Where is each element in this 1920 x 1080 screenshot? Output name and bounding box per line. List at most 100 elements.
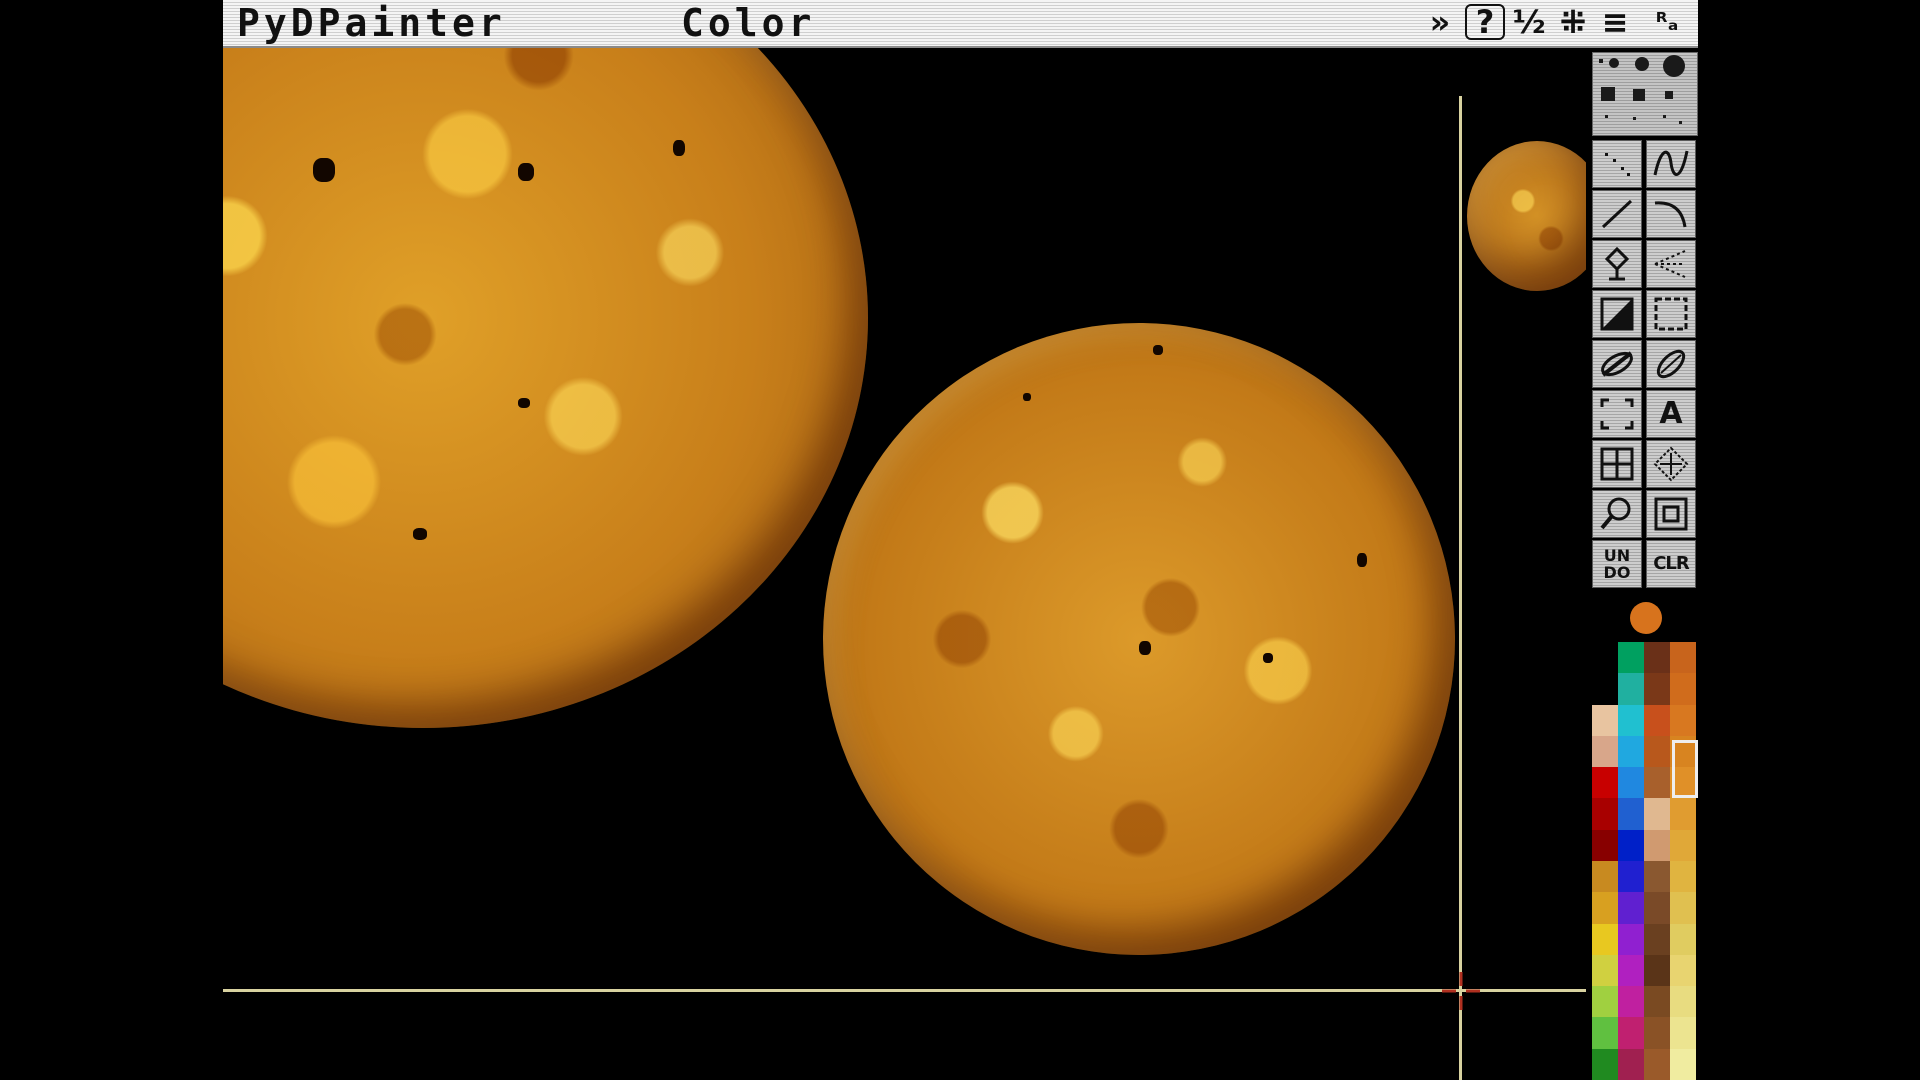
menu-color[interactable]: Color <box>681 2 815 44</box>
magnify-tool[interactable] <box>1592 490 1642 538</box>
palette-swatch[interactable] <box>1592 954 1618 987</box>
palette-swatch[interactable] <box>1592 704 1618 737</box>
crosshair-horizontal <box>223 989 1586 992</box>
palette-swatch[interactable] <box>1592 892 1618 925</box>
palette-swatch[interactable] <box>1618 735 1644 768</box>
palette-swatch[interactable] <box>1644 861 1670 893</box>
palette-swatch[interactable] <box>1618 861 1644 893</box>
palette-swatch[interactable] <box>1592 923 1618 956</box>
curve-tool[interactable] <box>1646 190 1696 238</box>
palette-swatch[interactable] <box>1618 673 1644 706</box>
text-a-icon: A <box>1659 396 1683 431</box>
palette-swatch[interactable] <box>1644 798 1670 831</box>
palette-swatch[interactable] <box>1644 704 1670 737</box>
palette-swatch[interactable] <box>1592 673 1618 706</box>
dotted-line-icon <box>1605 153 1630 176</box>
palette-swatch[interactable] <box>1592 986 1618 1019</box>
palette-swatch[interactable] <box>1618 986 1644 1019</box>
ellipse-outline-tool[interactable] <box>1646 340 1696 388</box>
undo-label-bottom: DO <box>1603 563 1631 582</box>
palette-swatch[interactable] <box>1618 892 1644 925</box>
text-tool[interactable]: A <box>1646 390 1696 438</box>
rectangle-outline-tool[interactable] <box>1646 290 1696 338</box>
palette-swatch[interactable] <box>1644 923 1670 956</box>
undo-button[interactable]: UN DO <box>1592 540 1642 588</box>
pydpainter-screen: PyDPainter Color » ? ½ ⁜ ≡ ᴿₐ A UN DO CL… <box>223 0 1698 1080</box>
palette-swatch[interactable] <box>1670 954 1696 987</box>
palette-swatch[interactable] <box>1592 767 1618 800</box>
palette-swatch[interactable] <box>1644 892 1670 925</box>
current-color-indicator <box>1630 602 1662 634</box>
more-tools-icon[interactable]: » <box>1418 3 1462 41</box>
grid-tool[interactable] <box>1592 440 1642 488</box>
brush-select-tool[interactable] <box>1592 390 1642 438</box>
palette-swatch[interactable] <box>1644 673 1670 706</box>
palette-swatch[interactable] <box>1644 954 1670 987</box>
palette-swatch[interactable] <box>1644 1017 1670 1050</box>
palette-swatch[interactable] <box>1644 735 1670 768</box>
palette-swatch[interactable] <box>1618 954 1644 987</box>
palette-swatch[interactable] <box>1618 704 1644 737</box>
palette-swatch[interactable] <box>1618 642 1644 674</box>
curve-icon <box>1654 201 1687 228</box>
palette-swatch[interactable] <box>1644 767 1670 800</box>
paint-bucket-icon <box>1604 246 1630 281</box>
palette-swatch[interactable] <box>1644 829 1670 862</box>
palette-swatch[interactable] <box>1618 1017 1644 1050</box>
brush-selector[interactable] <box>1592 52 1698 136</box>
palette-swatch[interactable] <box>1592 1048 1618 1080</box>
palette-swatch[interactable] <box>1670 829 1696 862</box>
palette-column <box>1670 642 1696 1080</box>
freehand-tool[interactable] <box>1646 140 1696 188</box>
palette-swatch[interactable] <box>1670 892 1696 925</box>
crosshair-vertical <box>1459 96 1462 1080</box>
zoom-tool[interactable] <box>1646 490 1696 538</box>
palette-swatch[interactable] <box>1670 861 1696 893</box>
drawing-canvas[interactable] <box>223 48 1586 1080</box>
rectangle-tool[interactable] <box>1592 290 1642 338</box>
zoom-label-icon[interactable]: ᴿₐ <box>1645 3 1689 41</box>
airbrush-icon <box>1654 250 1686 278</box>
symmetry-tool[interactable] <box>1646 440 1696 488</box>
palette-swatch[interactable] <box>1592 861 1618 893</box>
palette-swatch[interactable] <box>1592 829 1618 862</box>
airbrush-tool[interactable] <box>1646 240 1696 288</box>
palette-swatch[interactable] <box>1592 735 1618 768</box>
palette-swatch[interactable] <box>1670 704 1696 737</box>
palette-swatch[interactable] <box>1670 986 1696 1019</box>
palette-swatch[interactable] <box>1644 1048 1670 1080</box>
symmetry-icon <box>1653 446 1689 482</box>
palette-swatch[interactable] <box>1618 767 1644 800</box>
line-tool[interactable] <box>1592 190 1642 238</box>
palette-swatch[interactable] <box>1618 798 1644 831</box>
palette-swatch[interactable] <box>1670 798 1696 831</box>
fraction-icon[interactable]: ½ <box>1507 3 1551 41</box>
palette-swatch[interactable] <box>1592 1017 1618 1050</box>
palette-column <box>1644 642 1670 1080</box>
line-icon <box>1601 199 1633 229</box>
palette-swatch[interactable] <box>1644 986 1670 1019</box>
palette-swatch[interactable] <box>1670 1017 1696 1050</box>
palette-swatch[interactable] <box>1618 1048 1644 1080</box>
palette-swatch[interactable] <box>1670 642 1696 674</box>
ellipse-icon <box>1601 351 1633 377</box>
palette-swatch[interactable] <box>1618 923 1644 956</box>
palette-swatch[interactable] <box>1644 642 1670 674</box>
clear-button[interactable]: CLR <box>1646 540 1696 588</box>
palette-swatch[interactable] <box>1670 1048 1696 1080</box>
help-icon[interactable]: ? <box>1465 4 1505 40</box>
ellipse-tool[interactable] <box>1592 340 1642 388</box>
palette-swatch[interactable] <box>1592 798 1618 831</box>
palette-swatch[interactable] <box>1592 642 1618 674</box>
planet-large <box>223 48 868 728</box>
palette-selection-frame <box>1672 740 1698 798</box>
menu-icon[interactable]: ≡ <box>1595 3 1635 41</box>
palette-swatch[interactable] <box>1618 829 1644 862</box>
palette-swatch[interactable] <box>1670 923 1696 956</box>
color-palette[interactable] <box>1592 642 1698 1080</box>
freehand-curve-icon <box>1653 150 1689 176</box>
palette-swatch[interactable] <box>1670 673 1696 706</box>
fill-tool[interactable] <box>1592 240 1642 288</box>
pattern-icon[interactable]: ⁜ <box>1553 3 1593 41</box>
dotted-freehand-tool[interactable] <box>1592 140 1642 188</box>
